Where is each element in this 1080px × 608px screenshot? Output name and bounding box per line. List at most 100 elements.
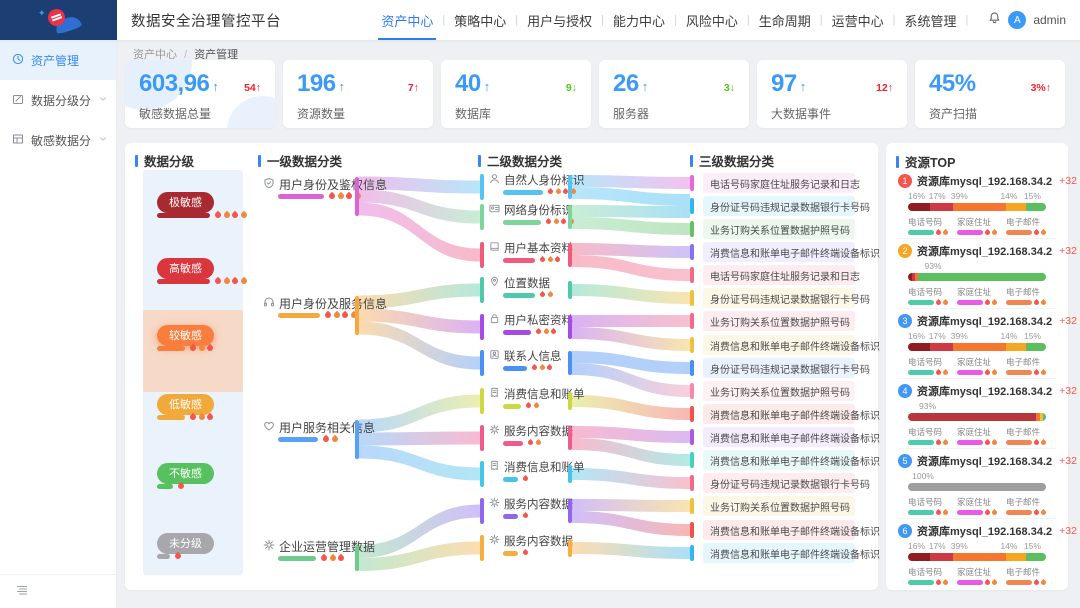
resource-top-item-3[interactable]: 3资源库mysql_192.168.34.2+3216%17%39%14%15%… bbox=[898, 313, 1056, 379]
sankey-node-level2-out[interactable] bbox=[568, 465, 572, 483]
tag-label: 电子邮件 bbox=[1006, 496, 1046, 508]
stat-cards-row: 603,96↑54↑敏感数据总量196↑7↑资源数量40↑9↓数据库26↑3↓服… bbox=[125, 60, 1065, 128]
nav-item-1[interactable]: 资产中心 bbox=[372, 0, 442, 40]
level3-tag-row-16: 消费信息和账单电子邮件终端设备标识 bbox=[703, 520, 855, 540]
sankey-node-level3[interactable] bbox=[690, 475, 694, 491]
flame-icon bbox=[547, 188, 554, 195]
nav-item-2[interactable]: 策略中心 bbox=[445, 0, 515, 40]
flame-icon bbox=[189, 344, 197, 352]
sankey-node-level2-out[interactable] bbox=[568, 243, 572, 267]
flame-icon bbox=[935, 369, 942, 376]
nav-item-8[interactable]: 系统管理 bbox=[895, 0, 965, 40]
level3-tag-row-2: 身份证号码违规记录数据银行卡号码 bbox=[703, 196, 855, 216]
resource-top-title: 资源TOP bbox=[896, 152, 955, 171]
sankey-node-level3[interactable] bbox=[690, 429, 694, 445]
nav-item-4[interactable]: 能力中心 bbox=[604, 0, 674, 40]
sankey-node-level3[interactable] bbox=[690, 545, 694, 561]
sankey-node-level1[interactable] bbox=[355, 296, 359, 335]
nav-item-3[interactable]: 用户与授权 bbox=[518, 0, 601, 40]
sankey-node-level3[interactable] bbox=[690, 498, 694, 514]
resource-top-item-6[interactable]: 6资源库mysql_192.168.34.2+3216%17%39%14%15%… bbox=[898, 523, 1056, 589]
column-title-text: 数据分级 bbox=[144, 151, 194, 170]
nav-item-7[interactable]: 运营中心 bbox=[823, 0, 893, 40]
sankey-node-level2-in[interactable] bbox=[480, 277, 484, 303]
level3-tag-row-1: 电话号码家庭住址服务记录和日志 bbox=[703, 173, 855, 193]
sankey-node-level1[interactable] bbox=[355, 177, 359, 216]
level3-tag-row-12: 消费信息和账单电子邮件终端设备标识 bbox=[703, 427, 855, 447]
sensitivity-bar bbox=[157, 213, 210, 218]
tag-text: 消费信息和账单 bbox=[710, 338, 780, 353]
resource-top-item-5[interactable]: 5资源库mysql_192.168.34.2+32100%电话号码家庭住址电子邮… bbox=[898, 453, 1056, 519]
sankey-node-level1[interactable] bbox=[355, 545, 359, 571]
sankey-node-level2-in[interactable] bbox=[480, 535, 484, 561]
sankey-node-level2-in[interactable] bbox=[480, 204, 484, 230]
sankey-node-level3[interactable] bbox=[690, 175, 694, 191]
sankey-node-level2-in[interactable] bbox=[480, 174, 484, 200]
sensitivity-badge-2[interactable]: 高敏感 bbox=[157, 258, 214, 279]
resource-top-item-1[interactable]: 1资源库mysql_192.168.34.2+3216%17%39%14%15%… bbox=[898, 173, 1056, 239]
nav-item-5[interactable]: 风险中心 bbox=[677, 0, 747, 40]
collapse-sidebar-icon[interactable] bbox=[16, 583, 28, 601]
sidebar-item-2[interactable]: 数据分级分类管理 bbox=[0, 80, 116, 120]
sankey-node-level2-out[interactable] bbox=[568, 175, 572, 199]
sankey-node-level2-out[interactable] bbox=[568, 426, 572, 450]
tag-bar-row bbox=[957, 580, 997, 585]
sankey-node-level2-out[interactable] bbox=[568, 315, 572, 339]
nav-item-6[interactable]: 生命周期 bbox=[750, 0, 820, 40]
sankey-node-level2-in[interactable] bbox=[480, 498, 484, 524]
level1-label-1: 用户身份及鉴权信息 bbox=[263, 176, 387, 193]
resource-top-item-4[interactable]: 4资源库mysql_192.168.34.2+3293%电话号码家庭住址电子邮件 bbox=[898, 383, 1056, 449]
lock-icon bbox=[489, 313, 500, 327]
sankey-node-level3[interactable] bbox=[690, 290, 694, 306]
sankey-node-level3[interactable] bbox=[690, 221, 694, 237]
sankey-node-level1[interactable] bbox=[355, 420, 359, 459]
sankey-node-level2-in[interactable] bbox=[480, 461, 484, 487]
user-avatar[interactable]: A bbox=[1008, 11, 1026, 29]
notification-bell-icon[interactable] bbox=[988, 11, 1001, 29]
sankey-node-level3[interactable] bbox=[690, 406, 694, 422]
sensitivity-badge-6[interactable]: 未分级 bbox=[157, 533, 214, 554]
sankey-node-level2-in[interactable] bbox=[480, 388, 484, 414]
sankey-node-level2-in[interactable] bbox=[480, 425, 484, 451]
sensitivity-badge-4[interactable]: 低敏感 bbox=[157, 394, 214, 415]
flame-icon bbox=[330, 435, 338, 443]
sankey-ribbon bbox=[572, 284, 690, 304]
sankey-node-level2-out[interactable] bbox=[568, 281, 572, 299]
sensitivity-badge-5[interactable]: 不敏感 bbox=[157, 463, 214, 484]
flame-icon bbox=[522, 549, 529, 556]
sankey-node-level3[interactable] bbox=[690, 313, 694, 329]
sankey-node-level3[interactable] bbox=[690, 267, 694, 283]
sankey-node-level2-in[interactable] bbox=[480, 350, 484, 376]
flame-icon bbox=[177, 482, 185, 490]
percent-label: 16% bbox=[908, 331, 925, 341]
sensitivity-badge-3[interactable]: 较敏感 bbox=[157, 325, 214, 346]
sankey-node-level3[interactable] bbox=[690, 522, 694, 538]
stacked-bar bbox=[908, 413, 1046, 421]
resource-top-item-2[interactable]: 2资源库mysql_192.168.34.2+3293%电话号码家庭住址电子邮件 bbox=[898, 243, 1056, 309]
sankey-node-level3[interactable] bbox=[690, 198, 694, 214]
sankey-node-level2-in[interactable] bbox=[480, 314, 484, 340]
sankey-ribbon bbox=[359, 446, 480, 481]
sankey-node-level3[interactable] bbox=[690, 360, 694, 376]
sankey-node-level3[interactable] bbox=[690, 244, 694, 260]
sankey-node-level2-out[interactable] bbox=[568, 351, 572, 375]
stat-card-top: 40↑9↓ bbox=[455, 70, 577, 98]
sankey-node-level2-in[interactable] bbox=[480, 242, 484, 268]
sidebar-item-3[interactable]: 敏感数据分布 bbox=[0, 120, 116, 160]
sankey-node-level3[interactable] bbox=[690, 383, 694, 399]
title-tick bbox=[258, 155, 261, 167]
sankey-node-level3[interactable] bbox=[690, 337, 694, 353]
sensitivity-badge-1[interactable]: 极敏感 bbox=[157, 192, 214, 213]
logo-ball-icon bbox=[48, 9, 65, 26]
sidebar-item-1[interactable]: 资产管理 bbox=[0, 40, 116, 80]
sankey-node-level2-out[interactable] bbox=[568, 392, 572, 410]
top-header: ✦ 数据安全治理管控平台 资产中心|策略中心|用户与授权|能力中心|风险中心|生… bbox=[0, 0, 1080, 40]
sankey-node-level2-out[interactable] bbox=[568, 205, 572, 229]
sankey-node-level2-out[interactable] bbox=[568, 539, 572, 557]
sankey-node-level2-out[interactable] bbox=[568, 499, 572, 523]
stat-value: 26 bbox=[613, 70, 639, 98]
level3-tag-row-3: 业务订购关系位置数据护照号码 bbox=[703, 219, 855, 239]
sankey-node-level3[interactable] bbox=[690, 452, 694, 468]
rank-badge: 1 bbox=[898, 174, 912, 188]
bar-segment bbox=[953, 203, 1006, 211]
